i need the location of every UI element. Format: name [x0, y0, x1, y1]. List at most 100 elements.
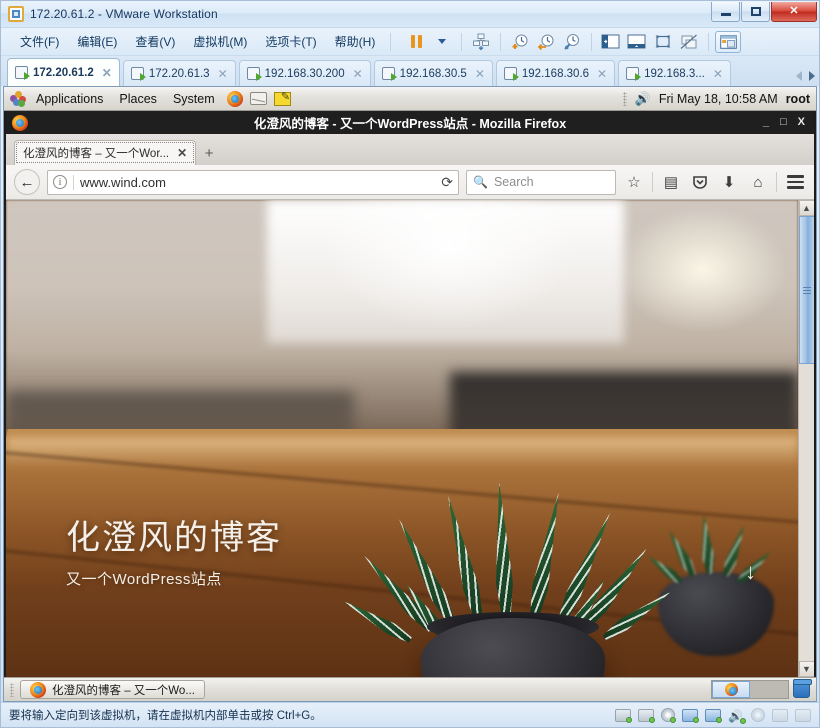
revert-snapshot-button[interactable] — [533, 31, 559, 53]
vm-tab-close-icon[interactable]: ✕ — [218, 67, 228, 81]
taskbar-window-firefox[interactable]: 化澄风的博客 – 又一个Wo... — [20, 680, 205, 699]
scrollbar-thumb[interactable] — [798, 216, 814, 364]
downloads-icon[interactable]: ⬇ — [718, 173, 740, 191]
toolbar-separator-2 — [461, 32, 463, 51]
sound-card-icon[interactable]: 🔊 — [728, 709, 746, 724]
tab-scroll-right-icon[interactable] — [809, 71, 815, 81]
webpage-hero[interactable]: 化澄风的博客 又一个WordPress站点 ↓ — [6, 200, 798, 677]
reader-list-icon[interactable]: ▤ — [660, 173, 682, 191]
firefox-minimize-button[interactable]: _ — [763, 117, 769, 128]
text-editor-icon[interactable] — [273, 89, 293, 108]
site-info-icon[interactable]: i — [53, 175, 67, 189]
firefox-maximize-button[interactable]: □ — [780, 117, 787, 128]
vm-tab-close-icon[interactable]: ✕ — [713, 67, 723, 81]
vm-power-on-icon — [381, 67, 397, 81]
unity-mode-icon — [680, 34, 698, 49]
hard-disk-2-icon[interactable] — [638, 708, 655, 723]
menu-edit[interactable]: 编辑(E) — [68, 30, 126, 53]
menu-system[interactable]: System — [167, 90, 221, 108]
page-scrollbar[interactable]: ▲ ▼ — [798, 200, 814, 677]
workspace-2[interactable] — [750, 681, 788, 698]
vm-tab-192-168-3-more[interactable]: 192.168.3... ✕ — [618, 60, 731, 86]
site-title[interactable]: 化澄风的博客 — [66, 510, 282, 559]
toolbar-separator-5 — [708, 32, 710, 51]
vm-power-on-icon — [246, 67, 262, 81]
scroll-down-button[interactable]: ▼ — [798, 661, 814, 677]
vmware-minimize-button[interactable] — [711, 2, 740, 22]
hard-disk-1-icon[interactable] — [615, 708, 632, 723]
new-tab-button[interactable]: + — [196, 141, 222, 165]
menu-hamburger-icon[interactable] — [784, 175, 806, 189]
vm-tab-close-icon[interactable]: ✕ — [353, 67, 363, 81]
vmware-maximize-button[interactable] — [741, 2, 770, 22]
vm-tab-192-168-30-5[interactable]: 192.168.30.5 ✕ — [373, 60, 493, 86]
menu-applications[interactable]: Applications — [30, 90, 109, 108]
vm-tab-close-icon[interactable]: ✕ — [102, 66, 112, 80]
panel-clock[interactable]: Fri May 18, 10:58 AM — [659, 92, 778, 106]
display-icon[interactable] — [795, 708, 811, 722]
pocket-icon[interactable] — [689, 174, 711, 190]
vm-tab-192-168-30-200[interactable]: 192.168.30.200 ✕ — [238, 60, 371, 86]
scroll-down-icon[interactable]: ↓ — [745, 559, 756, 585]
network-adapter-2-icon[interactable] — [705, 708, 722, 723]
firefox-window: 化澄风的博客 - 又一个WordPress站点 - Mozilla Firefo… — [4, 111, 816, 677]
scrollbar-track[interactable] — [798, 216, 814, 661]
show-thumbnail-bar-button[interactable] — [624, 31, 650, 53]
menu-file[interactable]: 文件(F) — [11, 30, 68, 53]
cd-dvd-icon[interactable] — [661, 708, 676, 723]
firefox-title-bar: 化澄风的博客 - 又一个WordPress站点 - Mozilla Firefo… — [6, 111, 814, 134]
vm-power-on-icon — [626, 67, 642, 81]
usb-icon[interactable] — [751, 708, 765, 722]
vm-tab-172-20-61-3[interactable]: 172.20.61.3 ✕ — [122, 60, 236, 86]
firefox-launcher-icon[interactable] — [225, 89, 245, 108]
reload-button[interactable]: ⟳ — [435, 174, 453, 191]
tab-scroll-controls — [796, 71, 815, 81]
vmware-window-title: 172.20.61.2 - VMware Workstation — [30, 7, 218, 21]
snapshot-manager-settings-button[interactable] — [559, 31, 585, 53]
vm-tab-172-20-61-2[interactable]: 172.20.61.2 ✕ — [7, 58, 120, 86]
bookmark-star-icon[interactable]: ☆ — [623, 173, 645, 191]
menu-view[interactable]: 查看(V) — [126, 30, 184, 53]
evolution-mail-icon[interactable] — [249, 89, 269, 108]
workspace-window-thumb — [724, 683, 738, 696]
trash-icon[interactable] — [793, 679, 812, 698]
vm-tab-close-icon[interactable]: ✕ — [475, 67, 485, 81]
tab-scroll-left-icon[interactable] — [796, 71, 802, 81]
thumbnail-bar-icon — [627, 34, 646, 48]
firefox-close-button[interactable]: X — [798, 117, 805, 128]
home-icon[interactable]: ⌂ — [747, 174, 769, 191]
panel-username[interactable]: root — [786, 92, 810, 106]
guest-screen[interactable]: Applications Places System 🔊 Fri May 18,… — [3, 86, 817, 702]
menu-tabs[interactable]: 选项卡(T) — [256, 30, 325, 53]
vm-power-on-icon — [130, 67, 146, 81]
firefox-tab-bar: 化澄风的博客 – 又一个Wor... ✕ + — [6, 134, 814, 165]
manage-snapshots-button[interactable] — [468, 31, 494, 53]
take-snapshot-button[interactable] — [507, 31, 533, 53]
firefox-tab-blog[interactable]: 化澄风的博客 – 又一个Wor... ✕ — [14, 140, 197, 165]
suspend-dropdown-button[interactable] — [429, 31, 455, 53]
speaker-icon[interactable]: 🔊 — [635, 91, 651, 107]
scroll-up-button[interactable]: ▲ — [798, 200, 814, 216]
workspace-switcher[interactable] — [711, 680, 789, 699]
firefox-tab-close-icon[interactable]: ✕ — [177, 146, 187, 160]
suspend-button[interactable] — [403, 31, 429, 53]
console-view-button[interactable] — [715, 30, 742, 53]
menu-places[interactable]: Places — [113, 90, 163, 108]
back-button[interactable]: ← — [14, 169, 40, 195]
vmware-close-button[interactable]: ✕ — [771, 2, 817, 22]
menu-help[interactable]: 帮助(H) — [326, 30, 385, 53]
search-input[interactable]: Search — [494, 175, 534, 189]
menu-vm[interactable]: 虚拟机(M) — [184, 30, 256, 53]
vm-tab-close-icon[interactable]: ✕ — [597, 67, 607, 81]
network-adapter-1-icon[interactable] — [682, 708, 699, 723]
workspace-1[interactable] — [712, 681, 750, 698]
show-library-button[interactable] — [598, 31, 624, 53]
unity-mode-button[interactable] — [676, 31, 702, 53]
vm-tab-192-168-30-6[interactable]: 192.168.30.6 ✕ — [495, 60, 616, 86]
url-bar[interactable]: i www.wind.com ⟳ — [47, 169, 459, 195]
printer-icon[interactable] — [772, 708, 788, 722]
search-bar[interactable]: 🔍 Search — [466, 169, 616, 195]
site-tagline: 又一个WordPress站点 — [66, 571, 222, 588]
enter-fullscreen-button[interactable] — [650, 31, 676, 53]
firefox-tab-label: 化澄风的博客 – 又一个Wor... — [23, 148, 170, 160]
